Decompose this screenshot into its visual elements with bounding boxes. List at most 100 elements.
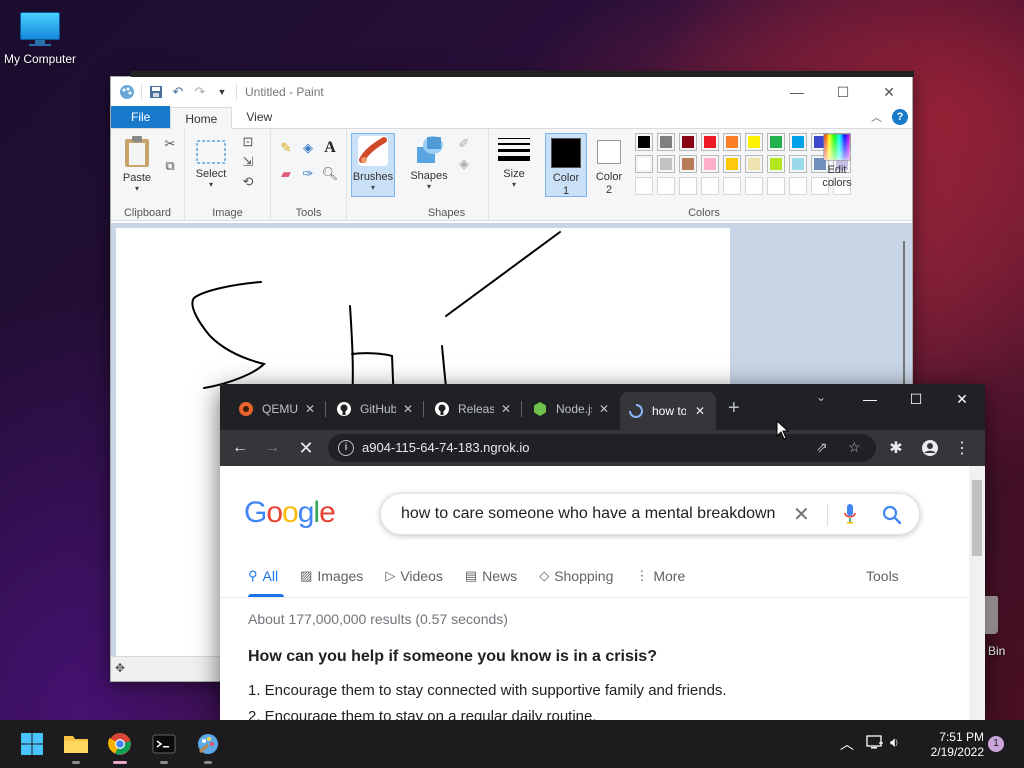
address-bar[interactable]: i a904-115-64-74-183.ngrok.io ⇗ ☆ [328, 434, 876, 462]
tab-file[interactable]: File [111, 106, 171, 128]
pencil-icon[interactable]: ✎ [277, 139, 295, 157]
minimize-button[interactable]: — [774, 77, 820, 107]
start-button[interactable] [16, 728, 48, 760]
nav-more[interactable]: ⋮ More [635, 566, 685, 586]
extensions-icon[interactable]: ✱ [884, 436, 908, 460]
nav-shopping[interactable]: ◇ Shopping [539, 566, 613, 586]
outline-icon[interactable]: ✐ [455, 135, 473, 153]
volume-icon[interactable]: 🔉︎ [890, 734, 899, 751]
tab-close-icon[interactable]: ✕ [498, 402, 514, 416]
browser-tab-active[interactable]: how to ✕ [620, 392, 716, 430]
help-icon[interactable]: ? [892, 109, 908, 125]
color1-button[interactable]: Color 1 [545, 133, 587, 197]
size-button[interactable]: Size ▾ [495, 135, 533, 189]
taskbar-chrome[interactable] [104, 728, 136, 764]
nav-videos[interactable]: ▷ Videos [385, 566, 443, 586]
resize-icon[interactable]: ⇲ [239, 153, 257, 171]
clear-icon[interactable]: ✕ [793, 502, 810, 527]
palette-swatch-empty[interactable] [701, 177, 719, 195]
palette-swatch-empty[interactable] [767, 177, 785, 195]
palette-swatch[interactable] [657, 133, 675, 151]
crop-icon[interactable]: ⊡ [239, 133, 257, 151]
shapes-button[interactable]: Shapes ▾ [407, 133, 451, 191]
taskbar-file-explorer[interactable] [60, 728, 92, 764]
tab-close-icon[interactable]: ✕ [596, 402, 612, 416]
search-box[interactable]: how to care someone who have a mental br… [380, 493, 920, 535]
palette-swatch-empty[interactable] [789, 177, 807, 195]
show-hidden-icons[interactable]: ︿ [840, 734, 854, 754]
maximize-button[interactable]: ☐ [893, 384, 939, 414]
browser-tab[interactable]: QEMU ✕ [238, 396, 326, 422]
palette-swatch-empty[interactable] [745, 177, 763, 195]
nav-news[interactable]: ▤ News [465, 566, 517, 586]
taskbar-terminal[interactable] [148, 728, 180, 764]
palette-swatch[interactable] [789, 133, 807, 151]
search-icon[interactable] [881, 504, 903, 526]
color2-button[interactable]: Color 2 [589, 133, 629, 197]
taskbar-paint[interactable] [192, 728, 224, 764]
fill-shape-icon[interactable]: ◈ [455, 155, 473, 173]
browser-tab[interactable]: GitHub ✕ [336, 396, 424, 422]
palette-swatch-empty[interactable] [679, 177, 697, 195]
close-button[interactable]: ✕ [866, 77, 912, 107]
tab-close-icon[interactable]: ✕ [692, 404, 708, 418]
profile-icon[interactable] [918, 436, 942, 460]
palette-swatch-empty[interactable] [723, 177, 741, 195]
palette-swatch[interactable] [767, 133, 785, 151]
palette-swatch[interactable] [635, 133, 653, 151]
collapse-ribbon-icon[interactable]: ︿ [871, 109, 882, 125]
text-icon[interactable]: A [321, 139, 339, 157]
palette-swatch-empty[interactable] [657, 177, 675, 195]
tab-view[interactable]: View [232, 106, 286, 128]
browser-tab[interactable]: Node.js ✕ [532, 396, 612, 422]
notification-badge[interactable]: 1 [988, 736, 1004, 752]
cut-icon[interactable]: ✂ [161, 135, 179, 153]
nav-images[interactable]: ▨ Images [300, 566, 363, 586]
paint-app-icon[interactable] [119, 84, 135, 100]
undo-icon[interactable]: ↶ [170, 84, 186, 100]
paste-button[interactable]: Paste ▾ [117, 135, 157, 193]
tab-close-icon[interactable]: ✕ [302, 402, 318, 416]
google-logo[interactable]: Google [244, 496, 336, 530]
customize-quick-access-icon[interactable]: ▼ [214, 84, 230, 100]
color-picker-icon[interactable]: ✑ [299, 165, 317, 183]
palette-swatch[interactable] [679, 133, 697, 151]
magnifier-icon[interactable]: 🔍︎ [321, 165, 339, 183]
bookmark-star-icon[interactable]: ☆ [848, 439, 861, 456]
edit-colors-button[interactable]: Edit colors [815, 133, 859, 190]
palette-swatch[interactable] [745, 133, 763, 151]
palette-swatch-empty[interactable] [635, 177, 653, 195]
share-icon[interactable]: ⇗ [816, 439, 828, 456]
palette-swatch[interactable] [723, 155, 741, 173]
fill-icon[interactable]: ◈ [299, 139, 317, 157]
palette-swatch[interactable] [723, 133, 741, 151]
minimize-button[interactable]: — [847, 384, 893, 414]
palette-swatch[interactable] [657, 155, 675, 173]
menu-icon[interactable]: ⋮ [950, 436, 974, 460]
select-button[interactable]: Select ▾ [191, 139, 231, 189]
paint-titlebar[interactable]: ↶ ↷ ▼ Untitled - Paint — ☐ ✕ [111, 77, 912, 107]
browser-tab[interactable]: Releases ✕ [434, 396, 522, 422]
maximize-button[interactable]: ☐ [820, 77, 866, 107]
page-scrollbar[interactable] [969, 466, 985, 720]
palette-swatch[interactable] [701, 155, 719, 173]
back-icon[interactable]: ← [228, 436, 252, 460]
palette-swatch[interactable] [679, 155, 697, 173]
brushes-button[interactable]: Brushes ▾ [351, 133, 395, 197]
microphone-icon[interactable] [843, 503, 857, 525]
site-info-icon[interactable]: i [338, 440, 354, 456]
copy-icon[interactable]: ⧉ [161, 157, 179, 175]
tab-close-icon[interactable]: ✕ [400, 402, 416, 416]
palette-swatch[interactable] [767, 155, 785, 173]
save-icon[interactable] [148, 84, 164, 100]
tab-search-icon[interactable]: ⌄ [816, 390, 826, 404]
network-icon[interactable] [866, 734, 884, 753]
search-input[interactable]: how to care someone who have a mental br… [401, 505, 775, 523]
palette-swatch[interactable] [701, 133, 719, 151]
desktop-icon-my-computer[interactable]: My Computer [0, 8, 80, 66]
stop-loading-icon[interactable]: ✕ [294, 436, 318, 460]
close-button[interactable]: ✕ [939, 384, 985, 414]
palette-swatch[interactable] [635, 155, 653, 173]
eraser-icon[interactable]: ▰ [277, 165, 295, 183]
tab-home[interactable]: Home [170, 107, 233, 129]
